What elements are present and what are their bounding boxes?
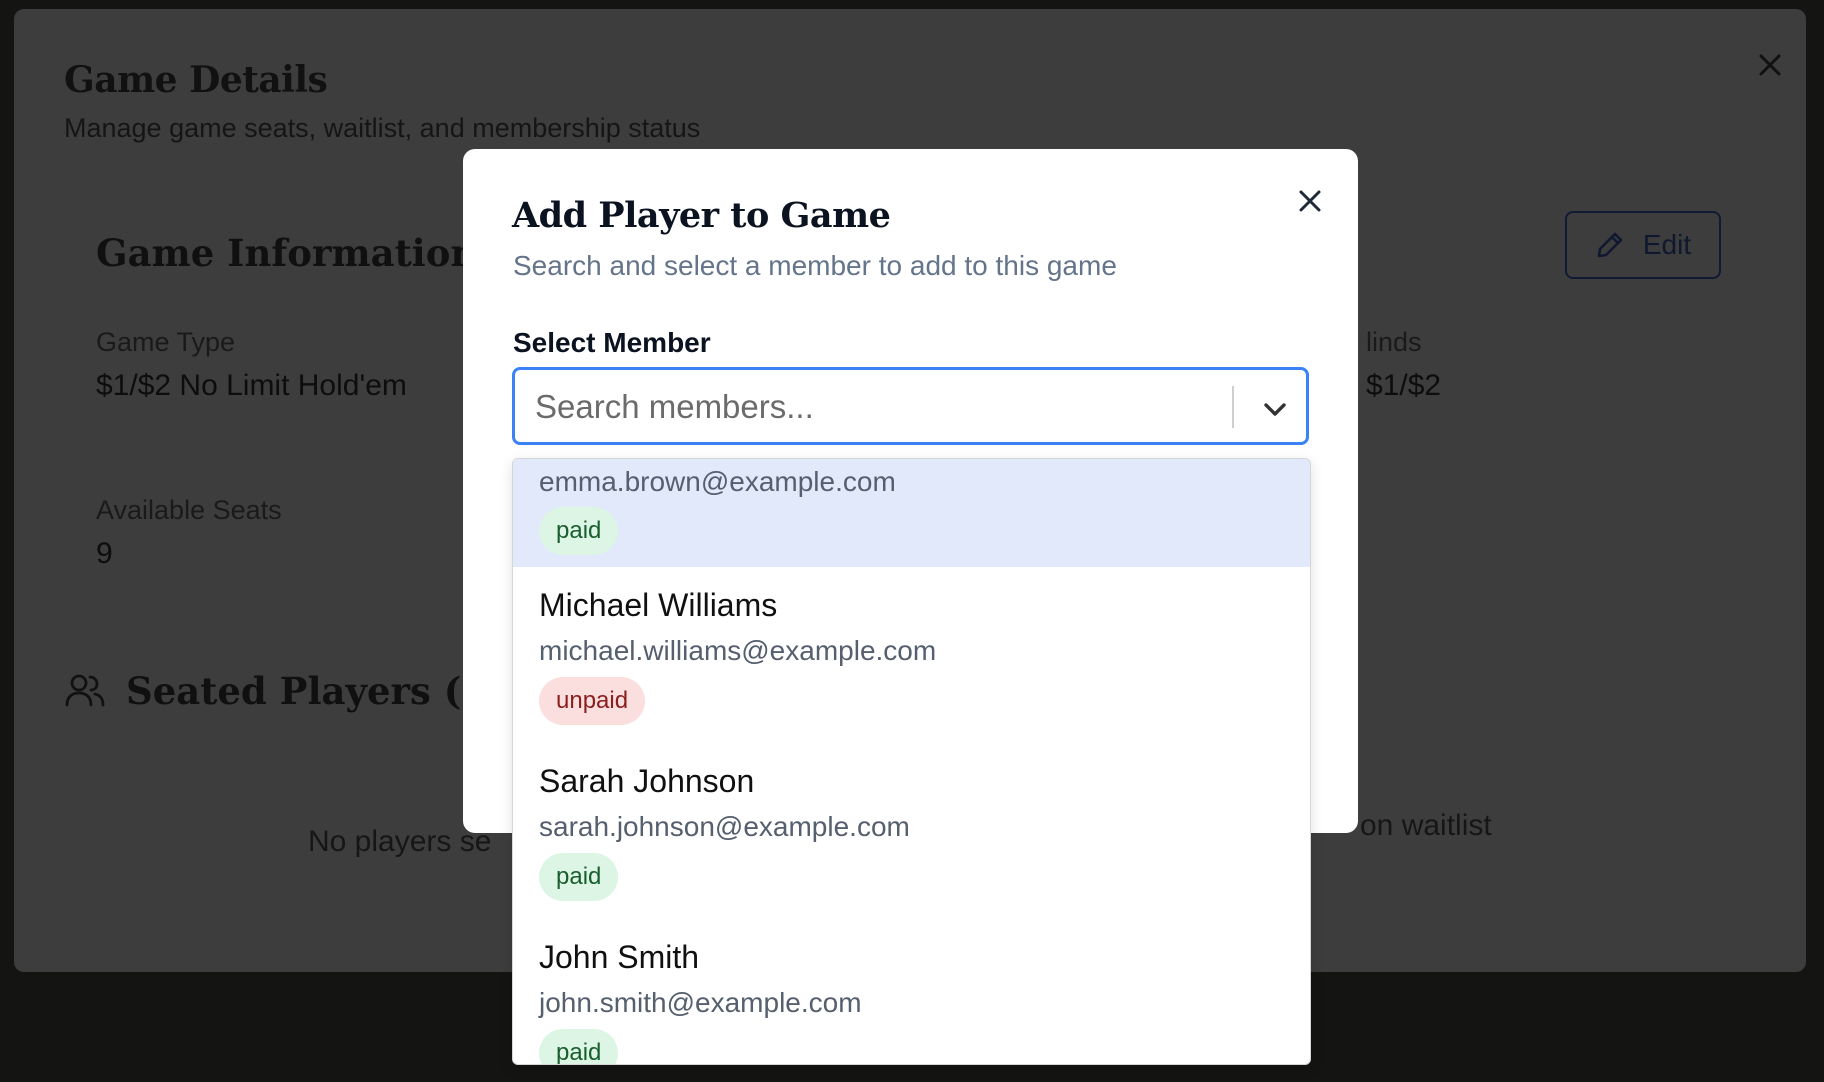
member-name: Sarah Johnson xyxy=(539,763,755,799)
available-seats-value: 9 xyxy=(96,537,113,570)
status-badge: paid xyxy=(539,507,619,555)
member-select[interactable] xyxy=(512,367,1309,445)
status-badge: paid xyxy=(539,853,619,901)
blinds-value: $1/$2 xyxy=(1366,369,1442,402)
close-icon[interactable] xyxy=(1292,183,1328,219)
game-type-label: Game Type xyxy=(96,327,236,357)
waitlist-text: on waitlist xyxy=(1360,809,1492,842)
member-name: Michael Williams xyxy=(539,587,778,623)
search-input[interactable] xyxy=(533,384,1217,430)
member-dropdown-list[interactable]: emma.brown@example.com paid Michael Will… xyxy=(512,458,1311,1065)
dialog-title: Game Details xyxy=(64,59,328,101)
available-seats-label: Available Seats xyxy=(96,495,282,525)
blinds-label: linds xyxy=(1366,327,1422,357)
edit-button[interactable]: Edit xyxy=(1565,211,1721,279)
modal-title: Add Player to Game xyxy=(512,195,891,236)
member-email: sarah.johnson@example.com xyxy=(539,811,910,842)
member-email: john.smith@example.com xyxy=(539,987,862,1018)
member-name: John Smith xyxy=(539,939,700,975)
users-icon xyxy=(65,674,105,707)
member-option[interactable]: emma.brown@example.com paid xyxy=(513,459,1310,567)
member-email: michael.williams@example.com xyxy=(539,635,937,666)
edit-label: Edit xyxy=(1642,229,1692,260)
dialog-subtitle: Manage game seats, waitlist, and members… xyxy=(64,113,701,143)
member-option[interactable]: John Smith john.smith@example.com paid xyxy=(513,919,1310,1064)
status-badge: paid xyxy=(539,1029,619,1064)
modal-subtitle: Search and select a member to add to thi… xyxy=(513,250,1117,281)
member-email: emma.brown@example.com xyxy=(539,466,896,497)
member-option[interactable]: Sarah Johnson sarah.johnson@example.com … xyxy=(513,743,1310,919)
member-option[interactable]: Michael Williams michael.williams@exampl… xyxy=(513,567,1310,743)
status-badge: unpaid xyxy=(539,677,646,725)
select-divider xyxy=(1232,386,1234,428)
pencil-icon xyxy=(1597,232,1623,258)
chevron-down-icon[interactable] xyxy=(1258,392,1292,426)
game-type-value: $1/$2 No Limit Hold'em xyxy=(96,369,407,402)
close-icon[interactable] xyxy=(1752,47,1788,83)
section-title: Game Information xyxy=(96,231,478,275)
select-member-label: Select Member xyxy=(513,327,711,358)
no-players-text: No players se xyxy=(308,825,492,858)
